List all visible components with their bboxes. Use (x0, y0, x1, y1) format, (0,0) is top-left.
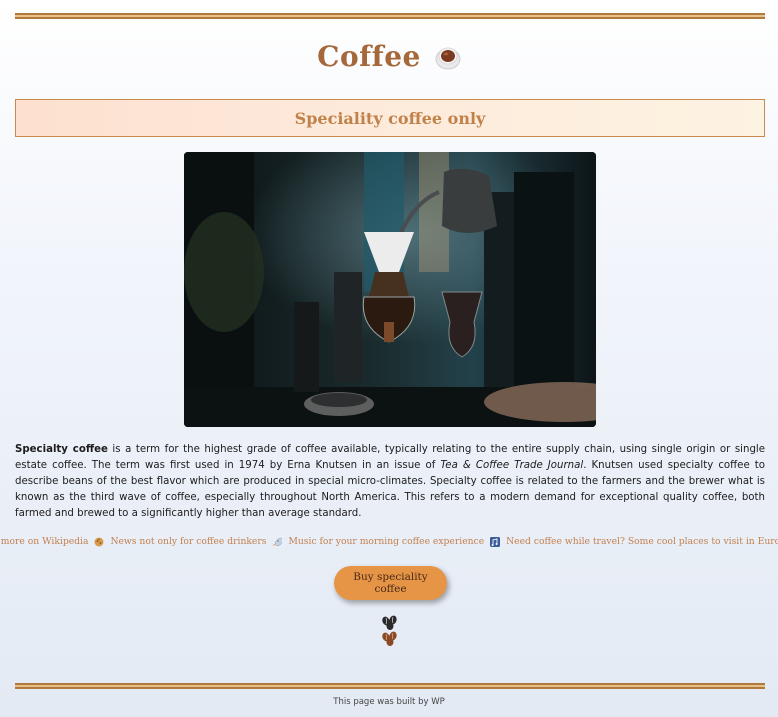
bottom-divider (15, 683, 765, 689)
page-title: Coffee (317, 40, 421, 73)
coffee-cup-icon (435, 44, 461, 70)
speciality-banner: Speciality coffee only (15, 99, 765, 137)
buy-speciality-coffee-button[interactable]: Buy speciality coffee (334, 566, 447, 600)
top-divider (15, 13, 765, 19)
link-music[interactable]: Music for your morning coffee experience (288, 536, 484, 547)
link-wikipedia[interactable]: Learn more on Wikipedia (0, 536, 88, 547)
lead-term: Specialty coffee (15, 444, 108, 455)
music-notes-icon (490, 536, 501, 547)
link-travel[interactable]: Need coffee while travel? Some cool plac… (506, 536, 778, 547)
external-links: Learn more on Wikipedia News not only fo… (0, 536, 778, 547)
cookie-icon (94, 537, 104, 547)
journal-title: Tea & Coffee Trade Journal (440, 460, 584, 471)
header: Coffee (0, 40, 778, 73)
rocket-icon (272, 537, 284, 547)
coffee-beans-icon (380, 615, 400, 647)
coffee-brewing-photo (184, 152, 596, 427)
footer-credit: This page was built by WP (333, 697, 445, 707)
link-news[interactable]: News not only for coffee drinkers (110, 536, 266, 547)
specialty-coffee-description: Specialty coffee is a term for the highe… (15, 442, 765, 522)
